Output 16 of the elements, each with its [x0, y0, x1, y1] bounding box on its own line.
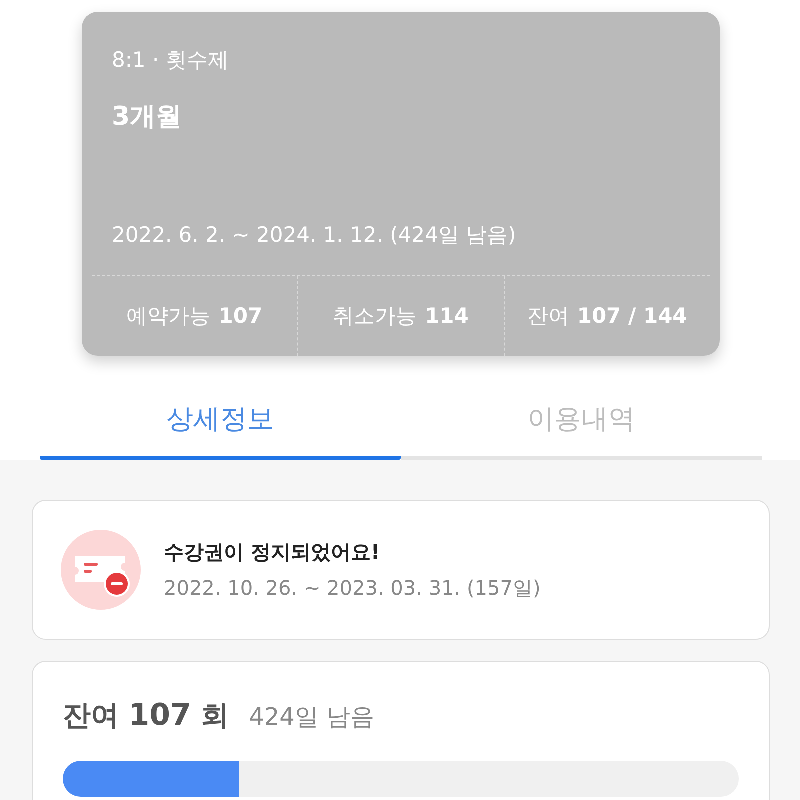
pass-type: 8:1 · 횟수제	[112, 47, 229, 74]
days-left: 424일 남음	[249, 702, 375, 733]
tab[interactable]: 상세정보	[40, 400, 401, 460]
stat-label: 잔여	[527, 303, 570, 330]
remaining-count: 잔여 107 회	[63, 698, 230, 734]
stat-value: 107	[218, 304, 263, 328]
stat-value: 114	[425, 304, 469, 328]
notice-period: 2022. 10. 26. ~ 2023. 03. 31. (157일)	[164, 575, 541, 602]
notice-title: 수강권이 정지되었어요!	[164, 539, 380, 566]
stat-label: 예약가능	[126, 303, 211, 330]
pass-title: 3개월	[112, 102, 182, 132]
pass-period: 2022. 6. 2. ~ 2024. 1. 12. (424일 남음)	[112, 222, 516, 249]
ticket-pause-icon	[61, 530, 141, 610]
stat-value: 107 / 144	[577, 304, 688, 328]
stat-label: 취소가능	[333, 303, 418, 330]
tab[interactable]: 이용내역	[401, 400, 762, 460]
